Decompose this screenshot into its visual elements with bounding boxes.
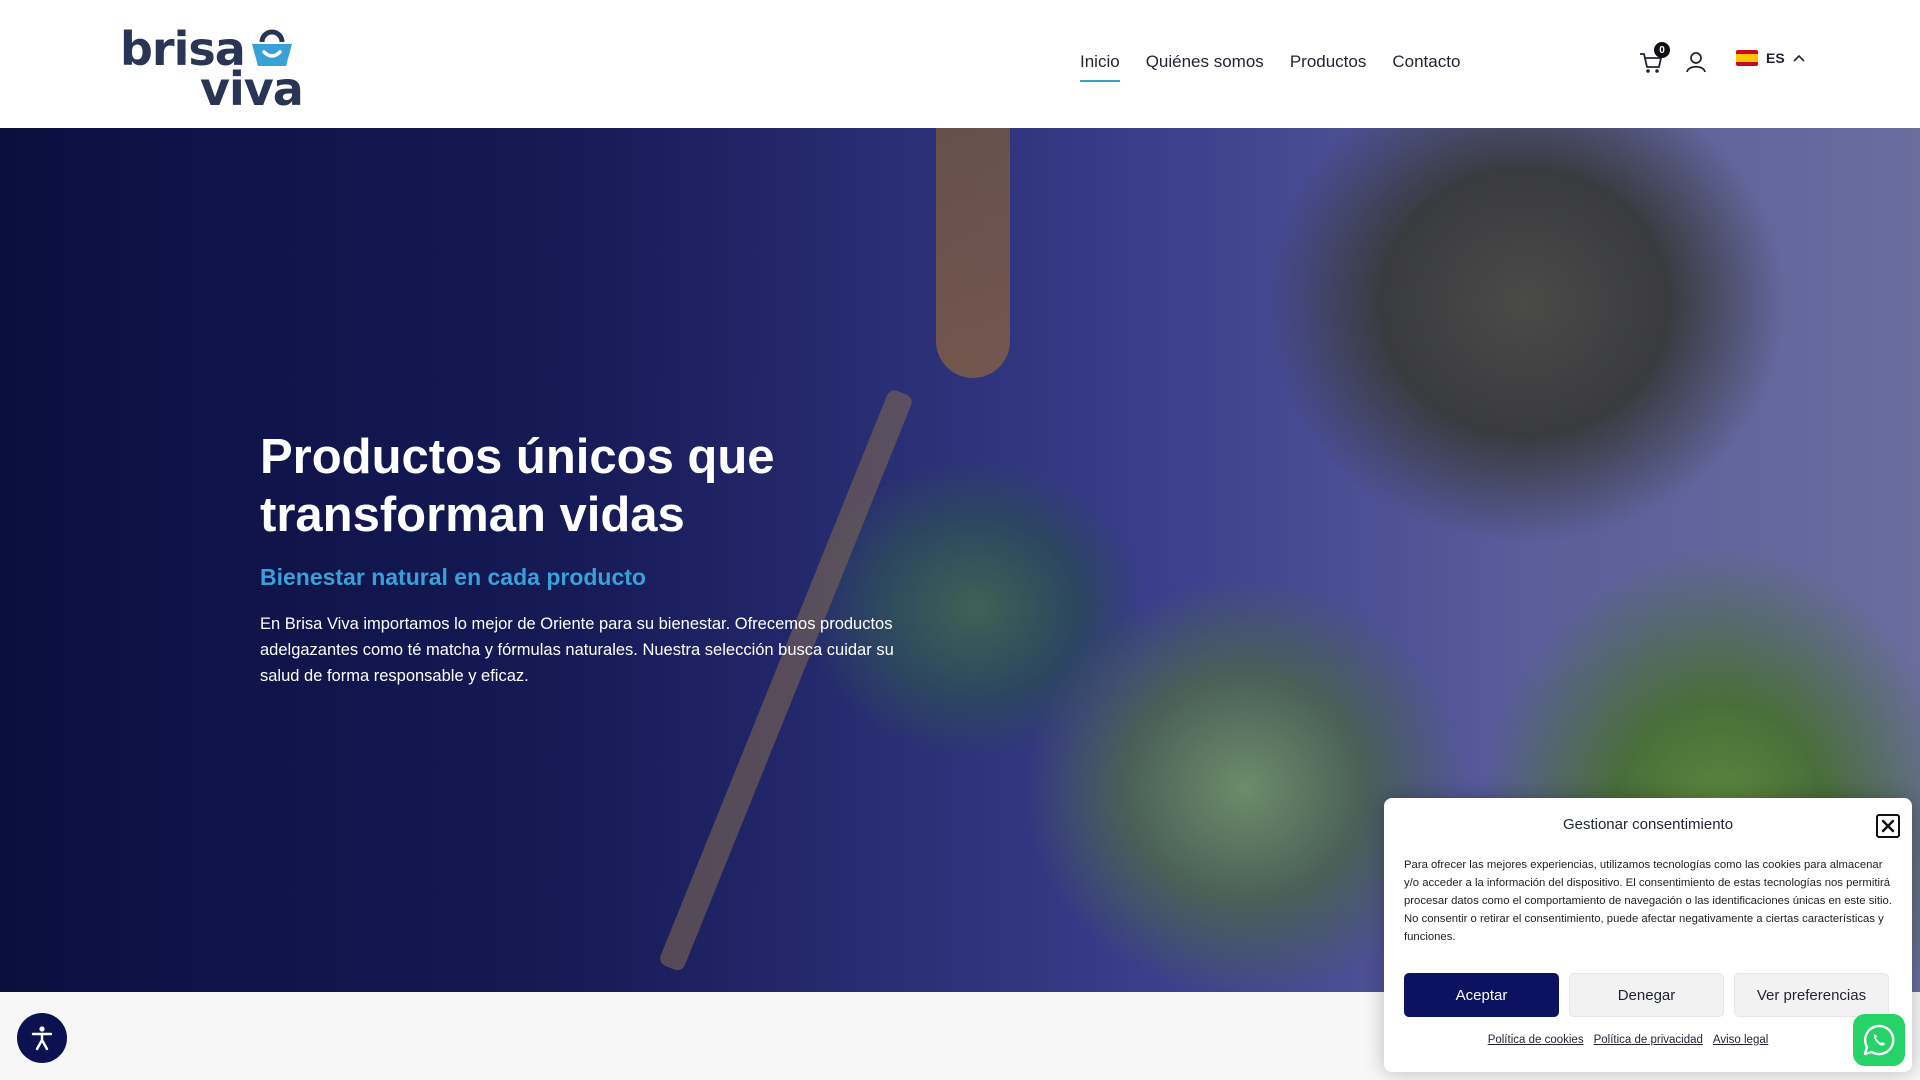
- accessibility-button[interactable]: [17, 1013, 67, 1063]
- site-header: brisa viva Inicio Quiénes somos Producto…: [0, 0, 1920, 128]
- spain-flag-icon: [1736, 50, 1758, 66]
- nav-item-inicio[interactable]: Inicio: [1080, 52, 1120, 82]
- consent-body-text: Para ofrecer las mejores experiencias, u…: [1404, 859, 1892, 943]
- consent-close-button[interactable]: [1876, 814, 1900, 838]
- close-icon: [1881, 819, 1895, 833]
- consent-title: Gestionar consentimiento: [1562, 816, 1734, 833]
- hero-background-spoon: [936, 128, 1010, 378]
- deny-button[interactable]: Denegar: [1569, 973, 1724, 1017]
- nav-item-quienes-somos[interactable]: Quiénes somos: [1146, 52, 1264, 82]
- consent-links: Política de cookies Política de privacid…: [1364, 1034, 1892, 1046]
- hero-title: Productos únicos que transforman vidas: [260, 430, 775, 542]
- cookie-consent-dialog: Gestionar consentimiento Para ofrecer la…: [1384, 798, 1912, 1072]
- cart-count-badge: 0: [1654, 42, 1670, 58]
- language-switcher[interactable]: ES: [1736, 50, 1805, 66]
- user-icon: [1686, 52, 1706, 73]
- logo-word-viva: viva: [200, 62, 304, 116]
- privacy-policy-link[interactable]: Política de privacidad: [1594, 1034, 1703, 1046]
- view-preferences-button[interactable]: Ver preferencias: [1734, 973, 1889, 1017]
- consent-button-row: Aceptar Denegar Ver preferencias: [1404, 973, 1889, 1017]
- legal-notice-link[interactable]: Aviso legal: [1713, 1034, 1768, 1046]
- hero-description: En Brisa Viva importamos lo mejor de Ori…: [260, 615, 894, 685]
- chevron-up-icon: [1793, 54, 1805, 62]
- whatsapp-button[interactable]: [1853, 1014, 1905, 1066]
- cart-button[interactable]: 0: [1638, 42, 1670, 76]
- hero-content: Productos únicos que transforman vidas B…: [260, 428, 960, 689]
- nav-item-productos[interactable]: Productos: [1290, 52, 1367, 82]
- cookie-policy-link[interactable]: Política de cookies: [1488, 1034, 1584, 1046]
- brand-logo[interactable]: brisa viva: [120, 22, 304, 116]
- main-nav: Inicio Quiénes somos Productos Contacto: [1080, 52, 1460, 82]
- nav-item-contacto[interactable]: Contacto: [1392, 52, 1460, 82]
- accept-button[interactable]: Aceptar: [1404, 973, 1559, 1017]
- language-code: ES: [1766, 50, 1785, 66]
- accessibility-icon: [31, 1026, 53, 1051]
- whatsapp-icon: [1863, 1024, 1895, 1056]
- account-button[interactable]: [1684, 50, 1708, 74]
- hero-subtitle: Bienestar natural en cada producto: [260, 564, 646, 590]
